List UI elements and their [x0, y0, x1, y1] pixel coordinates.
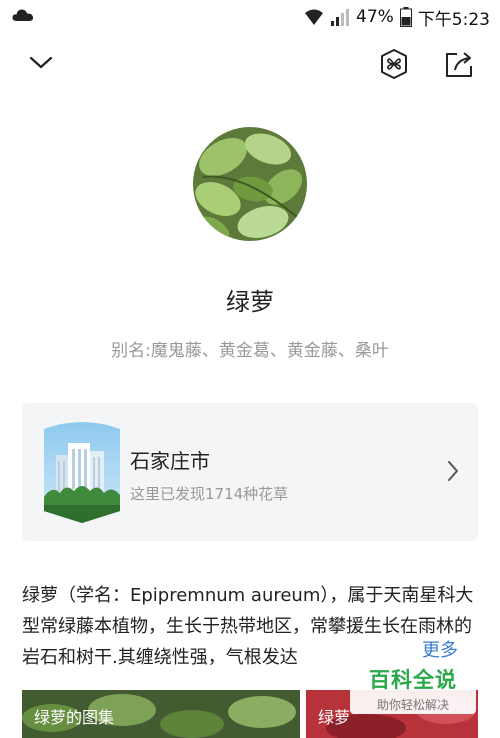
- alias-values: 魔鬼藤、黄金葛、黄金藤、桑叶: [150, 341, 389, 361]
- more-link[interactable]: 更多: [418, 636, 458, 662]
- chevron-down-icon: [29, 56, 53, 69]
- gallery-card-label: 绿萝的图集: [34, 708, 115, 727]
- wifi-icon: [305, 9, 324, 25]
- chevron-right-icon: [448, 461, 458, 481]
- battery-percent: 47%: [356, 7, 394, 27]
- plant-scan-icon: [381, 49, 407, 79]
- city-card[interactable]: 石家庄市 这里已发现1714种花草: [22, 403, 478, 541]
- status-right: 47% 下午5:23: [304, 6, 490, 30]
- city-subtitle: 这里已发现1714种花草: [130, 485, 289, 503]
- gallery-card[interactable]: 绿萝的图集: [22, 690, 300, 738]
- related-card-label: 绿萝: [318, 708, 351, 727]
- cloud-icon: [12, 9, 34, 21]
- plant-name: 绿萝: [226, 288, 274, 316]
- status-time: 下午5:23: [417, 9, 490, 30]
- share-button[interactable]: [443, 48, 475, 80]
- battery-icon: [399, 7, 412, 27]
- plant-photo: [193, 127, 307, 241]
- watermark: 百科全说 助你轻松解决: [350, 660, 476, 714]
- signal-icon: [331, 9, 350, 26]
- watermark-title: 百科全说: [369, 668, 457, 692]
- share-icon: [446, 52, 472, 77]
- alias-label: 别名: [111, 341, 151, 361]
- back-button[interactable]: [26, 48, 56, 78]
- plant-scan-button[interactable]: [378, 48, 410, 80]
- city-title: 石家庄市: [130, 449, 210, 473]
- city-building-icon: [44, 422, 120, 523]
- plant-alias: 别名魔鬼藤、黄金葛、黄金藤、桑叶: [0, 336, 500, 361]
- status-bar: 47% 下午5:23: [0, 0, 500, 34]
- watermark-subtitle: 助你轻松解决: [376, 698, 449, 712]
